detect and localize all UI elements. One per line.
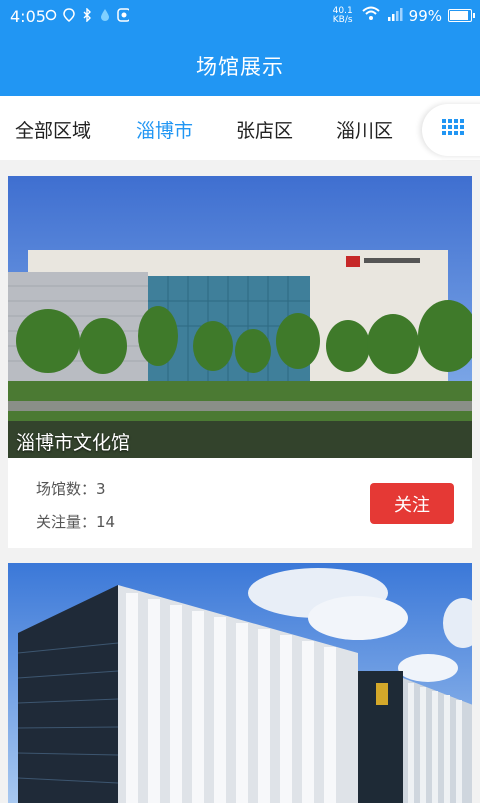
signal-icon (387, 7, 403, 25)
status-time: 4:05 (10, 7, 46, 26)
venue-card[interactable] (8, 563, 472, 803)
all-regions-grid-button[interactable] (422, 104, 480, 156)
net-speed: 40.1 KB/s (331, 6, 355, 25)
venue-count-value: 3 (96, 480, 106, 498)
tab-all-regions[interactable]: 全部区域 (15, 116, 91, 143)
battery-icon (448, 9, 475, 22)
notification-icons (45, 8, 129, 22)
venue-name: 淄博市文化馆 (16, 432, 131, 454)
region-tabs: 全部区域 淄博市 张店区 淄川区 (0, 96, 480, 160)
venue-photo[interactable] (8, 176, 472, 458)
wifi-icon (361, 6, 381, 25)
follow-button[interactable]: 关注 (370, 483, 454, 524)
follow-count-value: 14 (96, 513, 116, 531)
tab-zibo-city[interactable]: 淄博市 (136, 116, 193, 143)
status-right: 40.1 KB/s 99% (331, 6, 475, 25)
page-title: 场馆展示 (196, 55, 284, 79)
app-bar: 场馆展示 (0, 34, 480, 96)
bluetooth-icon (81, 8, 93, 22)
battery-percent: 99% (408, 6, 442, 25)
grid-menu-icon (442, 119, 464, 135)
app-badge-icon (117, 8, 129, 22)
battery-fill (450, 11, 468, 20)
follow-count: 关注量：14 (36, 511, 115, 532)
venue-photo[interactable] (8, 563, 472, 803)
venue-count: 场馆数：3 (36, 478, 106, 499)
net-speed-unit: KB/s (332, 14, 353, 25)
location-icon (63, 8, 75, 22)
tab-zhangdian[interactable]: 张店区 (236, 116, 293, 143)
venue-count-label: 场馆数： (36, 480, 97, 498)
status-bar: 4:05 40.1 KB/s 99% (0, 0, 480, 34)
drop-icon (99, 8, 111, 22)
venue-card[interactable]: 淄博市文化馆 场馆数：3 关注量：14 关注 (8, 176, 472, 548)
tab-zichuan[interactable]: 淄川区 (336, 116, 393, 143)
follow-count-label: 关注量： (36, 513, 97, 531)
alarm-icon (45, 8, 57, 22)
